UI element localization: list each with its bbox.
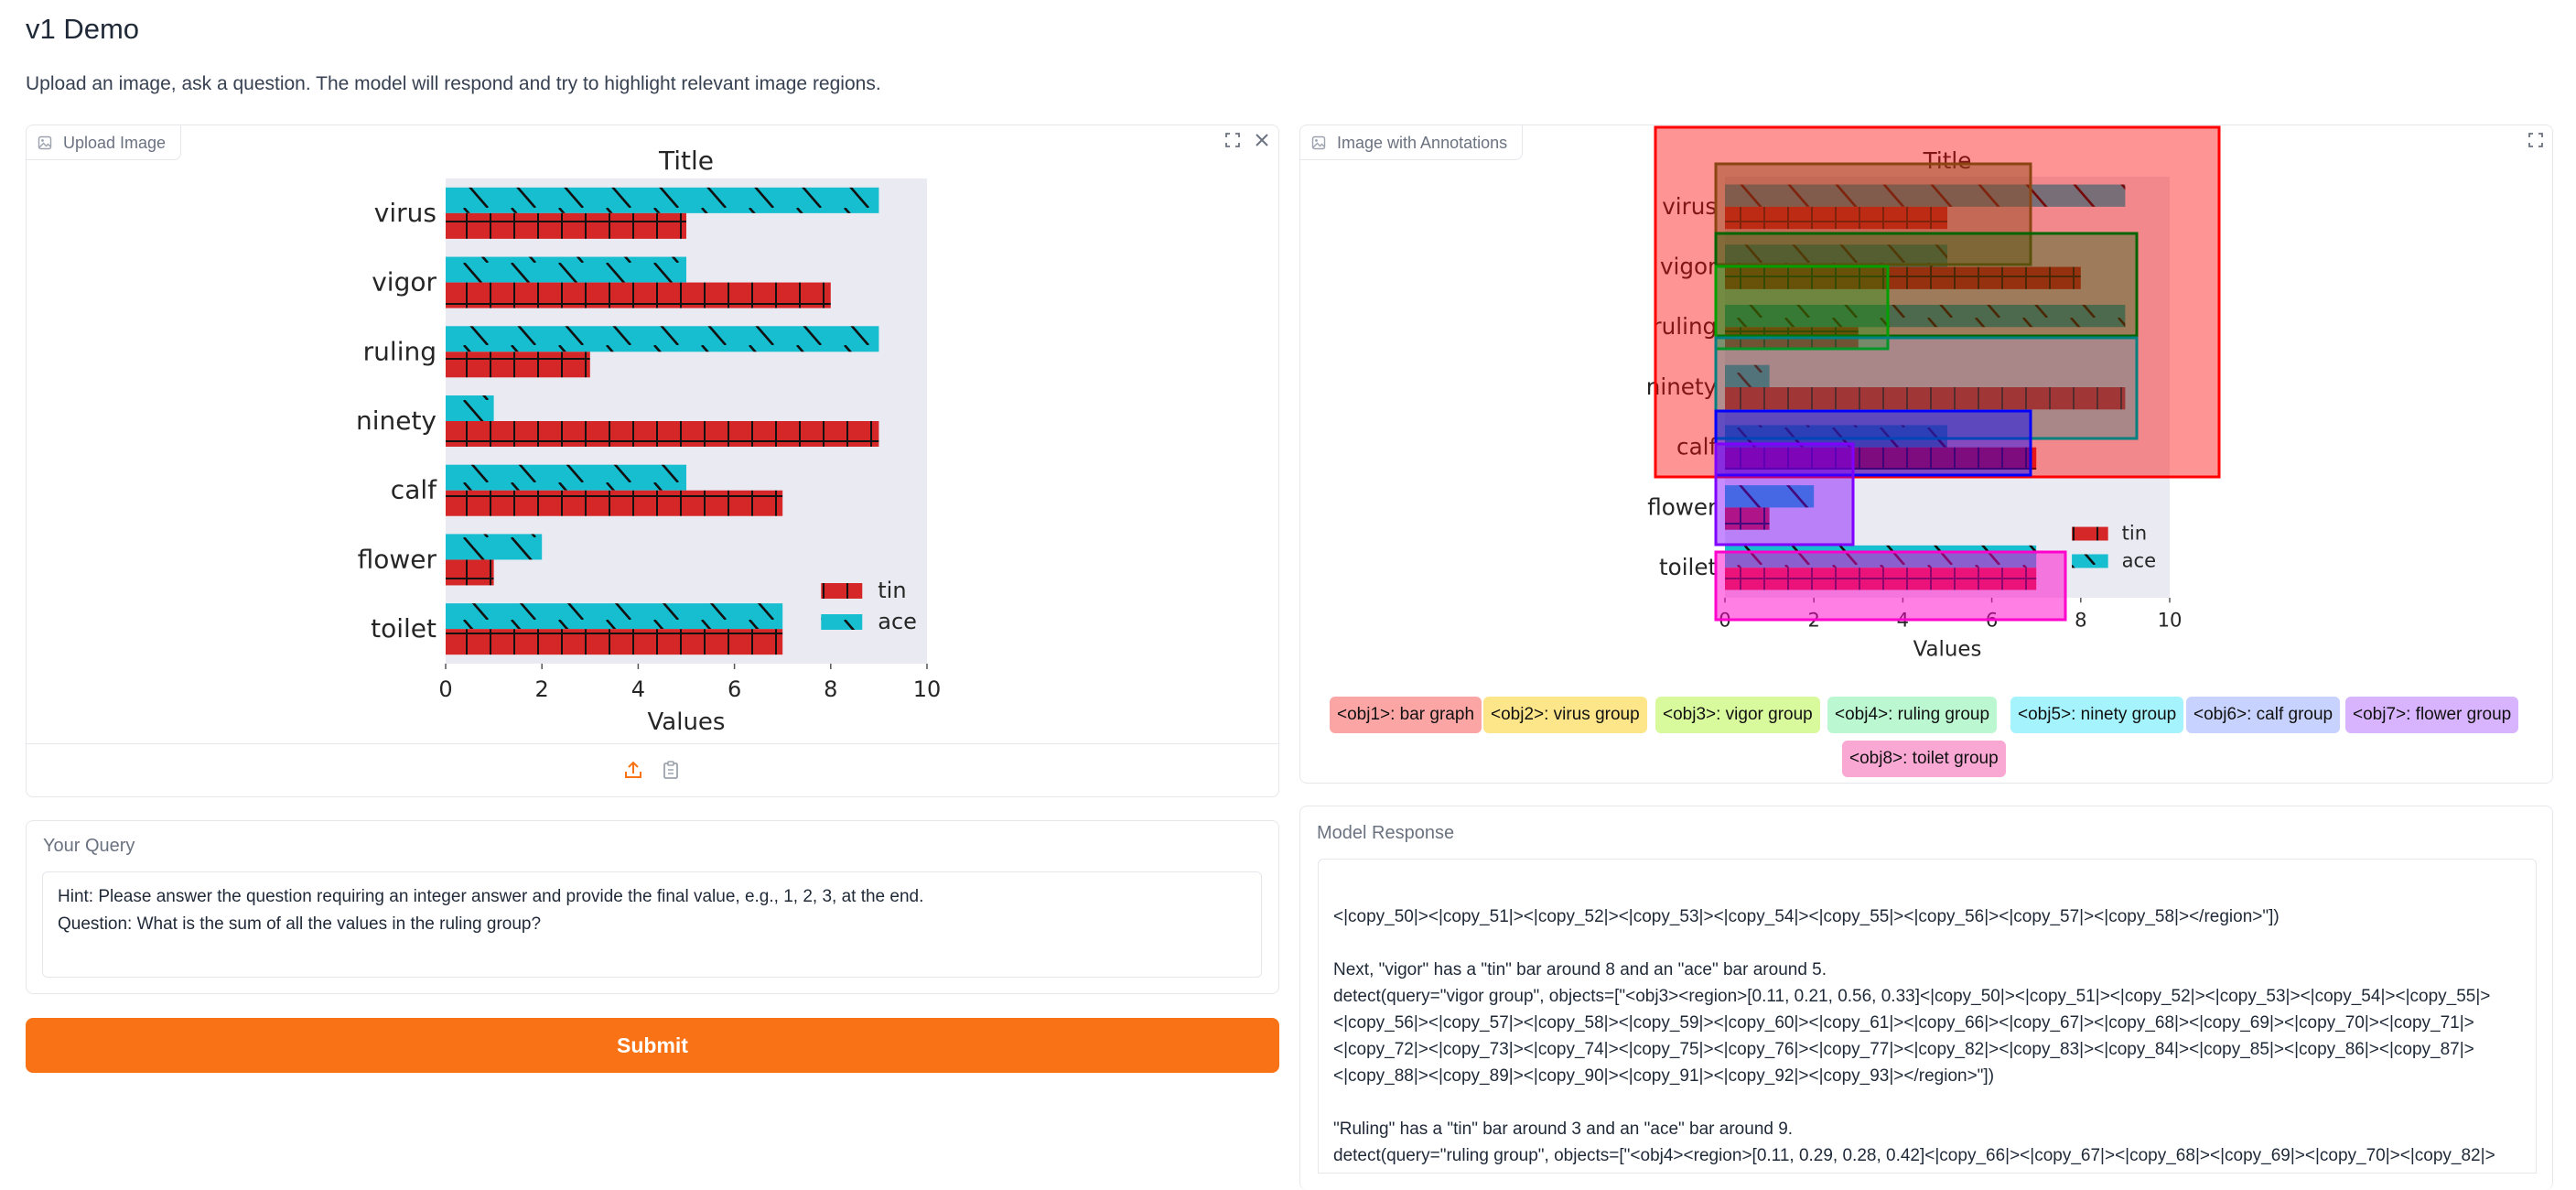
bar-ace	[446, 187, 879, 213]
category-label: ruling	[363, 336, 437, 366]
submit-button[interactable]: Submit	[26, 1018, 1279, 1073]
annotation-legend-chip: <obj2>: virus group	[1483, 697, 1647, 733]
bar-ace	[446, 256, 686, 283]
bar-ace	[446, 395, 494, 421]
x-tick-label: 8	[824, 676, 837, 702]
annotation-legend-chip: <obj4>: ruling group	[1827, 697, 1998, 733]
clipboard-icon[interactable]	[661, 760, 681, 780]
category-label: calf	[391, 475, 437, 505]
x-tick-label: 0	[438, 676, 452, 702]
annotation-legend-chip: <obj5>: ninety group	[2010, 697, 2184, 733]
legend-swatch-tin	[2072, 526, 2108, 541]
annotation-box-flower-group	[1714, 442, 1855, 546]
bar-ace	[446, 464, 686, 491]
annotation-legend-chip: <obj1>: bar graph	[1330, 697, 1482, 733]
x-tick-label: 2	[535, 676, 549, 702]
chart-title: Title	[658, 146, 714, 176]
annotation-legend-chip: <obj7>: flower group	[2345, 697, 2519, 733]
app-description: Upload an image, ask a question. The mod…	[26, 73, 881, 94]
bar-tin	[446, 559, 494, 586]
x-tick-label: 8	[2075, 609, 2086, 632]
query-input[interactable]: Hint: Please answer the question requiri…	[42, 871, 1262, 978]
category-label: toilet	[371, 613, 437, 644]
legend-label-tin: tin	[878, 578, 906, 603]
category-label: virus	[374, 198, 437, 228]
response-output[interactable]: <|copy_50|><|copy_51|><|copy_52|><|copy_…	[1318, 859, 2537, 1174]
bar-chart: Title virus vigor ruling ninety calf flower toi…	[356, 146, 942, 736]
app-title: v1 Demo	[26, 13, 140, 45]
bar-tin	[446, 212, 686, 239]
annotation-legend-chip: <obj3>: vigor group	[1655, 697, 1820, 733]
annotated-image-panel: Image with Annotations Titlevirusvigorru…	[1299, 124, 2553, 784]
category-label: flower	[358, 544, 437, 574]
x-axis-label: Values	[1913, 637, 1982, 661]
category-label: ninety	[356, 406, 437, 436]
bar-ace	[446, 534, 543, 560]
x-tick-label: 6	[728, 676, 741, 702]
annotation-legend-chip: <obj8>: toilet group	[1842, 741, 2006, 777]
legend-label-ace: ace	[2122, 549, 2157, 572]
annotation-legend-chip: <obj6>: calf group	[2186, 697, 2341, 733]
annotated-bar-chart: Titlevirusvigorrulingninetycalfflowertoi…	[1646, 125, 2221, 661]
legend-label-ace: ace	[878, 609, 917, 634]
x-tick-label: 10	[913, 676, 942, 702]
response-label: Model Response	[1317, 823, 1455, 843]
bar-tin	[446, 352, 590, 378]
legend-swatch-ace	[821, 614, 863, 630]
category-label: toilet	[1659, 554, 1718, 580]
bar-tin	[446, 629, 783, 655]
legend-swatch-ace	[2072, 554, 2108, 568]
annotation-box-toilet-group	[1714, 550, 2067, 622]
upload-image-panel[interactable]: Upload Image Title virus vigor ruling ninety…	[26, 124, 1279, 797]
bar-tin	[446, 421, 879, 448]
x-tick-label: 10	[2158, 609, 2183, 632]
legend-label-tin: tin	[2122, 522, 2148, 545]
x-axis-label: Values	[648, 709, 726, 736]
upload-toolbar	[27, 743, 1278, 796]
x-tick-label: 4	[631, 676, 645, 702]
bar-ace	[446, 603, 783, 630]
category-label: vigor	[372, 267, 437, 298]
legend-swatch-tin	[821, 583, 863, 599]
response-text: <|copy_50|><|copy_51|><|copy_52|><|copy_…	[1333, 907, 2495, 1165]
bar-ace	[446, 326, 879, 352]
query-label: Your Query	[43, 836, 135, 856]
bar-tin	[446, 282, 831, 308]
upload-icon[interactable]	[623, 760, 643, 780]
bar-tin	[446, 490, 783, 516]
category-label: flower	[1647, 493, 1718, 520]
